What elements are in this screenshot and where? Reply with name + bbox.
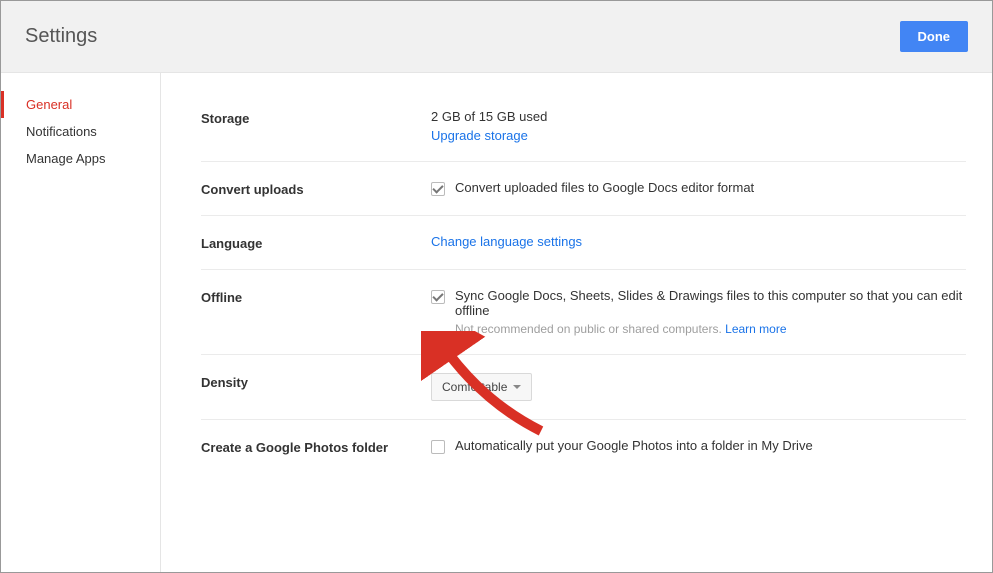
sidebar-item-notifications[interactable]: Notifications bbox=[1, 118, 160, 145]
offline-subtext-prefix: Not recommended on public or shared comp… bbox=[455, 322, 725, 336]
section-language: Language Change language settings bbox=[201, 216, 966, 270]
offline-checkbox-label: Sync Google Docs, Sheets, Slides & Drawi… bbox=[455, 288, 962, 318]
settings-header: Settings Done bbox=[1, 1, 992, 73]
settings-main: Storage 2 GB of 15 GB used Upgrade stora… bbox=[161, 73, 992, 572]
convert-label: Convert uploads bbox=[201, 180, 431, 197]
photos-checkbox-label: Automatically put your Google Photos int… bbox=[455, 438, 813, 453]
section-density: Density Comfortable bbox=[201, 355, 966, 420]
sidebar-item-manage-apps[interactable]: Manage Apps bbox=[1, 145, 160, 172]
photos-checkbox[interactable] bbox=[431, 440, 445, 454]
section-offline: Offline Sync Google Docs, Sheets, Slides… bbox=[201, 270, 966, 355]
sidebar-item-general[interactable]: General bbox=[1, 91, 160, 118]
page-title: Settings bbox=[25, 25, 97, 48]
section-google-photos: Create a Google Photos folder Automatica… bbox=[201, 420, 966, 473]
density-dropdown[interactable]: Comfortable bbox=[431, 373, 532, 401]
language-label: Language bbox=[201, 234, 431, 251]
section-storage: Storage 2 GB of 15 GB used Upgrade stora… bbox=[201, 91, 966, 162]
sidebar: General Notifications Manage Apps bbox=[1, 73, 161, 572]
change-language-link[interactable]: Change language settings bbox=[431, 234, 582, 249]
convert-checkbox[interactable] bbox=[431, 182, 445, 196]
photos-label: Create a Google Photos folder bbox=[201, 438, 431, 455]
convert-checkbox-label: Convert uploaded files to Google Docs ed… bbox=[455, 180, 754, 195]
storage-content: 2 GB of 15 GB used Upgrade storage bbox=[431, 109, 966, 143]
upgrade-storage-link[interactable]: Upgrade storage bbox=[431, 128, 528, 143]
storage-label: Storage bbox=[201, 109, 431, 126]
done-button[interactable]: Done bbox=[900, 21, 969, 52]
section-convert-uploads: Convert uploads Convert uploaded files t… bbox=[201, 162, 966, 216]
density-value: Comfortable bbox=[442, 380, 507, 394]
offline-subtext: Not recommended on public or shared comp… bbox=[455, 322, 966, 336]
chevron-down-icon bbox=[513, 385, 521, 389]
density-label: Density bbox=[201, 373, 431, 390]
storage-used-text: 2 GB of 15 GB used bbox=[431, 109, 966, 124]
offline-checkbox[interactable] bbox=[431, 290, 445, 304]
offline-learn-more-link[interactable]: Learn more bbox=[725, 322, 786, 336]
offline-label: Offline bbox=[201, 288, 431, 305]
